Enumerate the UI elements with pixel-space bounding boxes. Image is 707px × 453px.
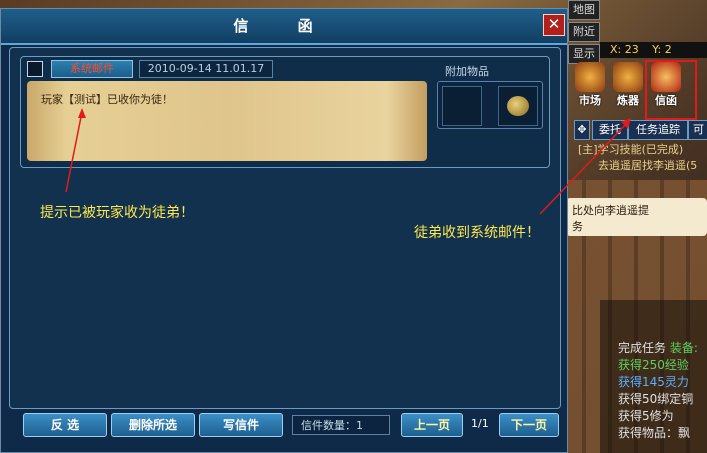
reward-cultivation: 获得5修为 — [618, 409, 674, 423]
bottom-toolbar: 反 选 删除所选 写信件 信件数量：1 上一页 1/1 下一页 — [9, 411, 559, 443]
attachments-label: 附加物品 — [445, 65, 489, 78]
mail-checkbox[interactable] — [27, 61, 43, 77]
task-tooltip: 比处向李逍遥提 务 — [566, 198, 707, 236]
attachment-slots — [437, 81, 543, 129]
mail-count: 信件数量：1 — [292, 415, 390, 435]
market-icon[interactable]: 市场 — [572, 62, 608, 112]
prev-page-button[interactable]: 上一页 — [401, 413, 463, 437]
task-line-main[interactable]: [主]学习技能(已完成) — [578, 142, 707, 158]
attachment-slot-item[interactable] — [498, 86, 538, 126]
reward-equip: 装备: — [669, 341, 698, 355]
close-button[interactable]: ✕ — [543, 14, 565, 36]
coordinate-readout: X: 23 Y: 2 — [600, 42, 707, 58]
attachment-slot-empty[interactable] — [442, 86, 482, 126]
refine-icon-image — [613, 62, 643, 92]
refine-icon[interactable]: 炼器 — [610, 62, 646, 112]
coord-y: Y: 2 — [652, 43, 672, 56]
reward-spirit: 获得145灵力 — [618, 375, 689, 389]
window-title: 信 函 — [233, 17, 335, 35]
tab-delegate[interactable]: 委托 — [592, 120, 628, 140]
task-line-goto[interactable]: 去逍遥居找李逍遥(5 — [578, 158, 707, 174]
nearby-button[interactable]: 附近 — [568, 22, 600, 42]
mail-item[interactable]: 系统邮件 2010-09-14 11.01.17 玩家【测试】已收你为徒！ 附加… — [20, 56, 550, 168]
reward-title: 完成任务 装备: — [618, 340, 707, 357]
delete-selected-button[interactable]: 删除所选 — [111, 413, 195, 437]
refine-label: 炼器 — [617, 94, 639, 107]
write-mail-button[interactable]: 写信件 — [199, 413, 283, 437]
side-buttons: 地图 附近 显示 — [568, 0, 600, 66]
next-page-button[interactable]: 下一页 — [499, 413, 559, 437]
market-label: 市场 — [579, 94, 601, 107]
coord-x: X: 23 — [610, 43, 639, 56]
annotation-right: 徒弟收到系统邮件！ — [414, 225, 540, 241]
window-titlebar: 信 函 ✕ — [1, 9, 567, 45]
select-inverse-button[interactable]: 反 选 — [23, 413, 107, 437]
reward-bind-copper: 获得50绑定铜 — [618, 392, 694, 406]
system-mail-badge: 系统邮件 — [51, 60, 133, 78]
move-icon[interactable]: ✥ — [574, 120, 590, 140]
tooltip-text-2: 务 — [572, 220, 583, 233]
market-icon-image — [575, 62, 605, 92]
page-indicator: 1/1 — [471, 417, 489, 430]
reward-exp: 获得250经验 — [618, 358, 689, 372]
annotation-left: 提示已被玩家收为徒弟！ — [40, 205, 194, 221]
tab-available[interactable]: 可 — [688, 120, 707, 140]
map-button[interactable]: 地图 — [568, 0, 600, 20]
reward-title-text: 完成任务 — [618, 341, 667, 355]
task-tracker: [主]学习技能(已完成) 去逍遥居找李逍遥(5 — [578, 142, 707, 174]
tooltip-text: 比处向李逍遥提 — [572, 204, 649, 217]
coin-icon — [507, 96, 529, 116]
mail-content: 玩家【测试】已收你为徒！ — [41, 93, 173, 106]
reward-items: 获得物品：飘 — [618, 426, 691, 440]
task-rewards: 完成任务 装备: 获得250经验 获得145灵力 获得50绑定铜 获得5修为 获… — [618, 340, 707, 442]
mail-date: 2010-09-14 11.01.17 — [139, 60, 273, 78]
tab-task-tracking[interactable]: 任务追踪 — [628, 120, 688, 140]
mail-icon-highlight — [645, 60, 697, 120]
task-tabs: ✥ 委托 任务追踪 可 — [574, 120, 707, 140]
